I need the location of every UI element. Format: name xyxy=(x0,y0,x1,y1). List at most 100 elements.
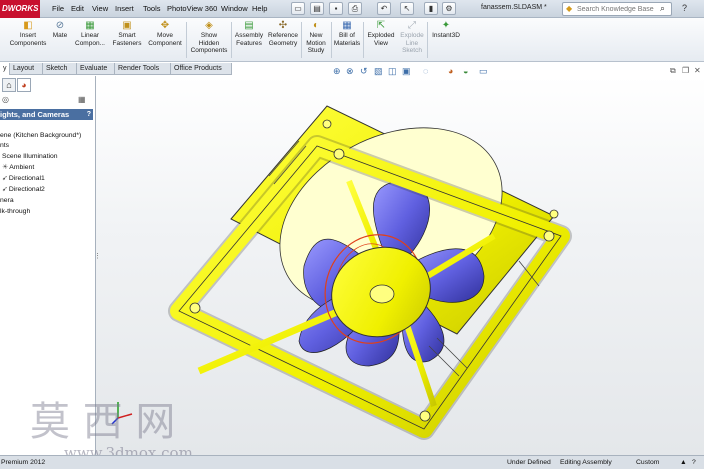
exploded-view-button[interactable]: ⇱ Exploded View xyxy=(364,20,398,62)
move-component-button[interactable]: ✥ Move Component xyxy=(145,20,185,62)
filter-icon[interactable]: ▦ xyxy=(78,95,86,104)
mount-hole xyxy=(189,302,201,314)
search-box[interactable]: ◆ ⌕ xyxy=(562,2,672,16)
mount-hole xyxy=(543,230,555,242)
smart-fasteners-button[interactable]: ▣ Smart Fasteners xyxy=(110,20,144,62)
instant3d-label: Instant3D xyxy=(432,32,460,39)
feature-manager-tab-icon[interactable]: ⌂ xyxy=(2,78,16,92)
tree-label: nera xyxy=(0,197,14,204)
directional-light-icon: ➹ xyxy=(2,186,8,193)
move-component-label: Move Component xyxy=(148,32,182,47)
tree-item-ambient[interactable]: ☀Ambient xyxy=(2,163,34,172)
tree-label: lk-through xyxy=(0,208,31,215)
tree-item-lights[interactable]: nts xyxy=(0,141,9,150)
mate-button[interactable]: ⊘ Mate xyxy=(48,20,72,62)
tree-label: ene (Kitchen Background*) xyxy=(0,132,82,139)
title-bar: DWORKS File Edit View Insert Tools Photo… xyxy=(0,0,704,18)
status-units[interactable]: Custom xyxy=(636,458,659,468)
select-icon[interactable]: ↖ xyxy=(400,2,414,15)
insert-components-button[interactable]: ◧ Insert Components xyxy=(6,20,50,62)
mount-hole xyxy=(419,410,431,422)
tab-sketch[interactable]: Sketch xyxy=(43,63,77,75)
tree-label: Scene Illumination xyxy=(2,153,58,160)
light-icon: ☀ xyxy=(2,164,9,171)
smart-fasteners-label: Smart Fasteners xyxy=(112,32,142,47)
document-name: fanassem.SLDASM * xyxy=(481,4,547,11)
tree-item-scene[interactable]: ene (Kitchen Background*) xyxy=(0,131,81,140)
bill-of-materials-button[interactable]: ▦ Bill of Materials xyxy=(332,20,362,62)
restore-icon[interactable]: ❐ xyxy=(682,66,689,75)
assembly-features-button[interactable]: ▤ Assembly Features xyxy=(232,20,266,62)
bom-icon: ▦ xyxy=(342,20,352,31)
directional-light-icon: ➹ xyxy=(2,175,8,182)
fan-hub-hole xyxy=(369,284,395,304)
menu-insert[interactable]: Insert xyxy=(115,4,134,13)
solidworks-window: DWORKS File Edit View Insert Tools Photo… xyxy=(0,0,704,469)
assembly-features-icon: ▤ xyxy=(244,20,254,31)
reference-geometry-button[interactable]: ✣ Reference Geometry xyxy=(266,20,300,62)
knowledge-base-icon: ◆ xyxy=(566,4,573,13)
instant3d-icon: ✦ xyxy=(441,20,451,31)
print-icon[interactable]: ⎙ xyxy=(348,2,362,15)
show-hidden-label: Show Hidden Components xyxy=(190,32,228,54)
panel-splitter-handle[interactable]: ⋮ xyxy=(94,252,101,260)
insert-components-icon: ◧ xyxy=(23,20,33,31)
menu-help[interactable]: Help xyxy=(252,4,267,13)
tree-label: Directional1 xyxy=(8,175,45,182)
tree-label: Ambient xyxy=(9,164,35,171)
insert-components-label: Insert Components xyxy=(9,32,47,47)
scene-icon[interactable]: ◎ xyxy=(2,95,9,104)
mate-icon: ⊘ xyxy=(55,20,65,31)
menu-view[interactable]: View xyxy=(92,4,108,13)
menu-tools[interactable]: Tools xyxy=(143,4,161,13)
linear-pattern-label: Linear Compon... xyxy=(75,32,105,47)
tab-evaluate[interactable]: Evaluate xyxy=(77,63,115,75)
instant3d-button[interactable]: ✦ Instant3D xyxy=(428,20,464,62)
help-icon[interactable]: ? xyxy=(87,109,91,120)
tile-icon[interactable]: ⧉ xyxy=(670,66,676,76)
bom-label: Bill of Materials xyxy=(333,32,361,47)
menu-file[interactable]: File xyxy=(52,4,64,13)
reference-triad xyxy=(111,402,133,425)
fan-assembly-model[interactable] xyxy=(96,76,704,455)
menu-edit[interactable]: Edit xyxy=(71,4,84,13)
linear-component-pattern-button[interactable]: ▦ Linear Compon... xyxy=(72,20,108,62)
move-component-icon: ✥ xyxy=(160,20,170,31)
tree-item-camera[interactable]: nera xyxy=(0,196,14,205)
assembly-features-label: Assembly Features xyxy=(234,32,264,47)
panel-tabs: ⌂ ◕ xyxy=(0,78,96,92)
search-input[interactable] xyxy=(577,4,655,14)
tree-item-directional2[interactable]: ➹Directional2 xyxy=(2,185,45,194)
tree-item-walk-through[interactable]: lk-through xyxy=(0,207,30,216)
tree-label: nts xyxy=(0,142,10,149)
tab-office-products[interactable]: Office Products xyxy=(171,63,232,75)
open-folder-icon[interactable]: ▤ xyxy=(310,2,324,15)
ribbon-separator xyxy=(186,22,187,58)
save-icon[interactable]: ▪ xyxy=(329,2,343,15)
exploded-view-label: Exploded View xyxy=(367,32,395,47)
options-icon[interactable]: ⚙ xyxy=(442,2,456,15)
mount-hole xyxy=(333,148,345,160)
units-dropdown-icon[interactable]: ▲ xyxy=(680,458,687,468)
explode-line-sketch-button[interactable]: ⤢ Explode Line Sketch xyxy=(398,20,426,62)
panel-title: ights, and Cameras ? xyxy=(0,109,93,120)
show-hidden-components-button[interactable]: ◈ Show Hidden Components xyxy=(188,20,230,62)
menu-window[interactable]: Window xyxy=(221,4,248,13)
close-icon[interactable]: ✕ xyxy=(694,66,701,75)
search-icon[interactable]: ⌕ xyxy=(660,3,665,14)
help-question-icon[interactable]: ? xyxy=(692,458,696,468)
tree-item-directional1[interactable]: ➹Directional1 xyxy=(2,174,45,183)
new-motion-study-button[interactable]: ◐ New Motion Study xyxy=(302,20,330,62)
tab-layout[interactable]: Layout xyxy=(10,63,43,75)
tab-assembly[interactable]: y xyxy=(0,63,10,75)
undo-icon[interactable]: ↶ xyxy=(377,2,391,15)
status-bar: Premium 2012 Under Defined Editing Assem… xyxy=(0,455,704,469)
new-doc-icon[interactable]: ▭ xyxy=(291,2,305,15)
help-question-icon[interactable]: ? xyxy=(682,3,687,13)
show-hidden-icon: ◈ xyxy=(205,20,213,31)
display-manager-tab-icon[interactable]: ◕ xyxy=(17,78,31,92)
tree-item-scene-illumination[interactable]: Scene Illumination xyxy=(2,152,58,161)
tab-render-tools[interactable]: Render Tools xyxy=(115,63,171,75)
menu-photoview[interactable]: PhotoView 360 xyxy=(167,4,217,13)
rebuild-icon[interactable]: ▮ xyxy=(424,2,438,15)
